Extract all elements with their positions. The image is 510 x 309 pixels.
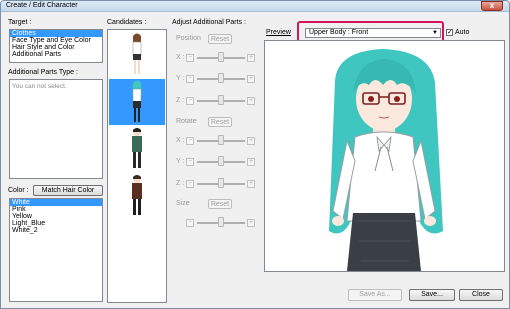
character-preview[interactable] [264,40,505,272]
candidate-4-figure [132,175,142,215]
color-list[interactable]: White Pink Yellow Light_Blue White_2 [9,198,103,302]
chevron-down-icon: ▼ [432,30,438,36]
close-window-icon[interactable]: x [481,1,503,11]
save-button[interactable]: Save... [409,289,455,301]
position-y-minus-icon[interactable]: − [186,75,194,83]
position-y-label: Y : [176,75,185,82]
candidate-3-figure [132,128,142,168]
position-label: Position [176,35,201,42]
rotate-x-minus-icon[interactable]: − [186,137,194,145]
title-bar: Create / Edit Character x [1,1,509,12]
rotate-label: Rotate [176,118,197,125]
position-y-thumb[interactable] [218,73,224,83]
candidate-2-figure [132,80,142,122]
target-list[interactable]: Clothes Face Type and Eye Color Hair Sty… [9,29,103,63]
cannot-select-note: You can not select. [12,83,67,90]
rotate-reset-button[interactable]: Reset [208,117,232,127]
auto-checkbox[interactable]: ✓ [446,29,453,36]
create-edit-character-window: Create / Edit Character x Target : Cloth… [0,0,510,309]
target-label: Target : [8,19,32,26]
candidate-4[interactable] [109,173,165,219]
position-x-thumb[interactable] [218,52,224,62]
rotate-y-minus-icon[interactable]: − [186,158,194,166]
adjust-parts-label: Adjust Additional Parts : [172,19,246,26]
color-item-light-blue[interactable]: Light_Blue [10,220,102,227]
target-item-hair[interactable]: Hair Style and Color [10,44,102,51]
rotate-z-plus-icon[interactable]: + [247,180,255,188]
position-reset-button[interactable]: Reset [208,34,232,44]
color-label: Color : [8,187,29,194]
position-y-plus-icon[interactable]: + [247,75,255,83]
size-minus-icon[interactable]: − [186,219,194,227]
preview-label: Preview [266,29,291,36]
additional-parts-type-list[interactable]: You can not select. [9,79,103,179]
candidate-3[interactable] [109,126,165,172]
rotate-x-plus-icon[interactable]: + [247,137,255,145]
position-x-plus-icon[interactable]: + [247,54,255,62]
auto-label: Auto [455,29,470,36]
size-reset-button[interactable]: Reset [208,199,232,209]
size-plus-icon[interactable]: + [247,219,255,227]
preview-view-dropdown[interactable]: Upper Body : Front ▼ [305,28,441,38]
color-item-yellow[interactable]: Yellow [10,213,102,220]
rotate-z-thumb[interactable] [218,178,224,188]
position-x-minus-icon[interactable]: − [186,54,194,62]
position-z-minus-icon[interactable]: − [186,97,194,105]
color-item-white-2[interactable]: White_2 [10,227,102,234]
window-title: Create / Edit Character [6,2,78,9]
additional-parts-type-label: Additional Parts Type : [8,69,78,76]
target-item-additional-parts[interactable]: Additional Parts [10,51,102,58]
character-render [329,49,443,271]
target-item-clothes[interactable]: Clothes [10,30,102,37]
preview-view-value: Upper Body : Front [309,29,369,36]
color-item-pink[interactable]: Pink [10,206,102,213]
candidate-1-figure [132,33,142,74]
position-z-plus-icon[interactable]: + [247,97,255,105]
match-hair-color-button[interactable]: Match Hair Color [33,185,103,196]
position-x-label: X : [176,54,185,61]
position-z-thumb[interactable] [218,95,224,105]
position-z-label: Z : [176,97,185,104]
candidate-2-selected[interactable] [109,79,165,125]
candidate-1[interactable] [109,32,165,78]
save-as-button[interactable]: Save As... [348,289,402,301]
rotate-z-minus-icon[interactable]: − [186,180,194,188]
target-item-face[interactable]: Face Type and Eye Color [10,37,102,44]
candidates-label: Candidates : [107,19,147,26]
size-thumb[interactable] [218,217,224,227]
rotate-x-thumb[interactable] [218,135,224,145]
candidates-list[interactable] [107,29,167,303]
rotate-y-plus-icon[interactable]: + [247,158,255,166]
rotate-x-label: X : [176,137,185,144]
rotate-y-label: Y : [176,158,185,165]
rotate-y-thumb[interactable] [218,156,224,166]
close-button[interactable]: Close [459,289,503,301]
rotate-z-label: Z : [176,180,185,187]
color-item-white[interactable]: White [10,199,102,206]
size-label: Size [176,200,190,207]
